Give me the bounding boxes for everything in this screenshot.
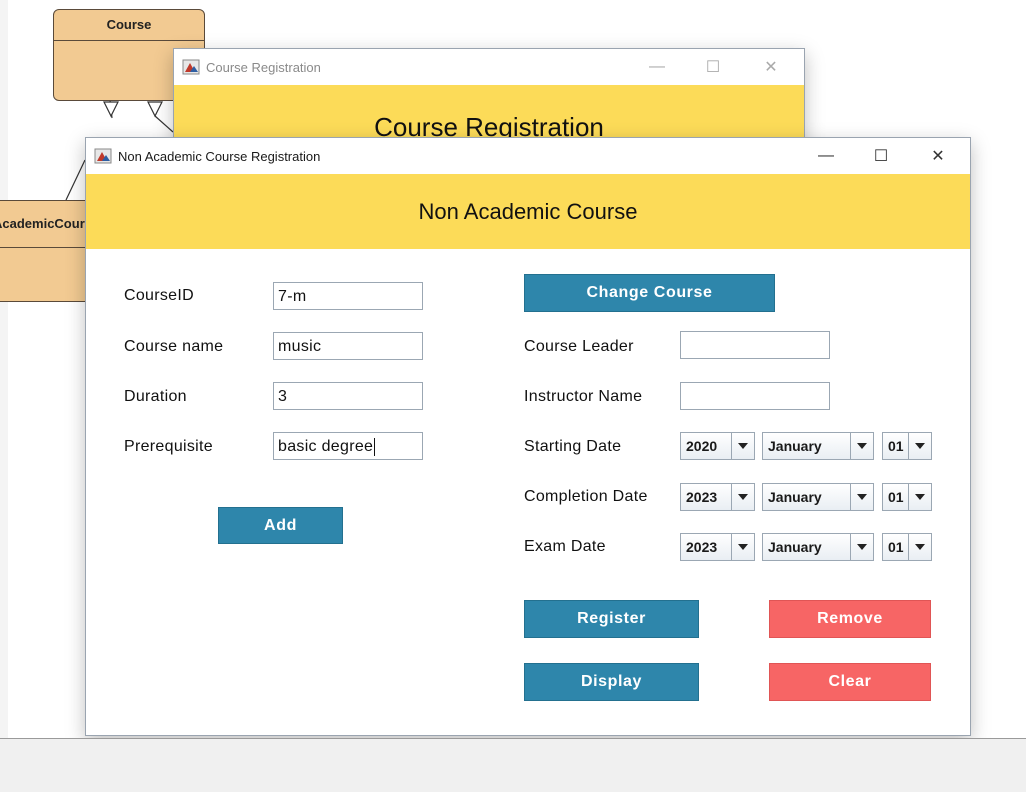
- starting-month-value: January: [768, 438, 822, 454]
- header-banner: Non Academic Course: [86, 174, 970, 249]
- starting-day-select[interactable]: 01: [882, 432, 932, 460]
- course-leader-label: Course Leader: [524, 338, 634, 355]
- completion-month-value: January: [768, 489, 822, 505]
- dropdown-arrow-icon: [850, 534, 873, 560]
- prerequisite-value: basic degree: [278, 438, 374, 455]
- starting-year-value: 2020: [686, 438, 718, 454]
- uml-academic-title: AcademicCourse: [0, 201, 97, 248]
- starting-year-select[interactable]: 2020: [680, 432, 755, 460]
- completion-year-select[interactable]: 2023: [680, 483, 755, 511]
- exam-day-value: 01: [888, 539, 904, 555]
- text-caret: [374, 437, 376, 456]
- java-app-icon: [94, 148, 112, 164]
- close-button[interactable]: ✕: [915, 138, 961, 174]
- course-leader-input[interactable]: [680, 331, 830, 359]
- remove-button[interactable]: Remove: [769, 600, 931, 638]
- completion-day-select[interactable]: 01: [882, 483, 932, 511]
- starting-date-label: Starting Date: [524, 438, 622, 455]
- dropdown-arrow-icon: [731, 433, 754, 459]
- uml-academic-course-class[interactable]: AcademicCourse: [0, 200, 98, 302]
- change-course-button[interactable]: Change Course: [524, 274, 775, 312]
- inheritance-arrow: [147, 101, 163, 118]
- window-title: Non Academic Course Registration: [118, 148, 321, 164]
- display-button[interactable]: Display: [524, 663, 699, 701]
- uml-course-title: Course: [54, 10, 204, 41]
- exam-year-value: 2023: [686, 539, 718, 555]
- java-app-icon: [182, 59, 200, 75]
- instructor-name-label: Instructor Name: [524, 388, 643, 405]
- dropdown-arrow-icon: [731, 534, 754, 560]
- completion-month-select[interactable]: January: [762, 483, 874, 511]
- close-button[interactable]: ✕: [748, 49, 794, 85]
- starting-month-select[interactable]: January: [762, 432, 874, 460]
- dropdown-arrow-icon: [908, 484, 931, 510]
- non-academic-registration-window[interactable]: Non Academic Course Registration — ☐ ✕ N…: [85, 137, 971, 736]
- instructor-name-input[interactable]: [680, 382, 830, 410]
- prerequisite-input[interactable]: basic degree: [273, 432, 423, 460]
- course-id-label: CourseID: [124, 287, 194, 304]
- maximize-button[interactable]: ☐: [858, 138, 904, 174]
- exam-month-value: January: [768, 539, 822, 555]
- prerequisite-label: Prerequisite: [124, 438, 213, 455]
- header-title: Non Academic Course: [418, 198, 638, 224]
- course-name-input[interactable]: music: [273, 332, 423, 360]
- duration-label: Duration: [124, 388, 187, 405]
- exam-date-label: Exam Date: [524, 538, 606, 555]
- bottom-panel: [0, 738, 1026, 792]
- minimize-button[interactable]: —: [803, 138, 849, 174]
- exam-day-select[interactable]: 01: [882, 533, 932, 561]
- form-panel: CourseID 7-m Course name music Duration …: [86, 249, 970, 735]
- window-title: Course Registration: [206, 59, 321, 75]
- titlebar[interactable]: Course Registration — ☐ ✕: [174, 49, 804, 85]
- titlebar[interactable]: Non Academic Course Registration — ☐ ✕: [86, 138, 970, 174]
- inheritance-arrow: [103, 101, 119, 118]
- completion-date-label: Completion Date: [524, 488, 648, 505]
- duration-input[interactable]: 3: [273, 382, 423, 410]
- register-button[interactable]: Register: [524, 600, 699, 638]
- minimize-button[interactable]: —: [634, 49, 680, 85]
- exam-year-select[interactable]: 2023: [680, 533, 755, 561]
- maximize-button[interactable]: ☐: [690, 49, 736, 85]
- completion-year-value: 2023: [686, 489, 718, 505]
- course-name-label: Course name: [124, 338, 224, 355]
- exam-month-select[interactable]: January: [762, 533, 874, 561]
- course-id-input[interactable]: 7-m: [273, 282, 423, 310]
- dropdown-arrow-icon: [908, 433, 931, 459]
- clear-button[interactable]: Clear: [769, 663, 931, 701]
- dropdown-arrow-icon: [850, 484, 873, 510]
- starting-day-value: 01: [888, 438, 904, 454]
- completion-day-value: 01: [888, 489, 904, 505]
- add-button[interactable]: Add: [218, 507, 343, 544]
- dropdown-arrow-icon: [908, 534, 931, 560]
- dropdown-arrow-icon: [731, 484, 754, 510]
- dropdown-arrow-icon: [850, 433, 873, 459]
